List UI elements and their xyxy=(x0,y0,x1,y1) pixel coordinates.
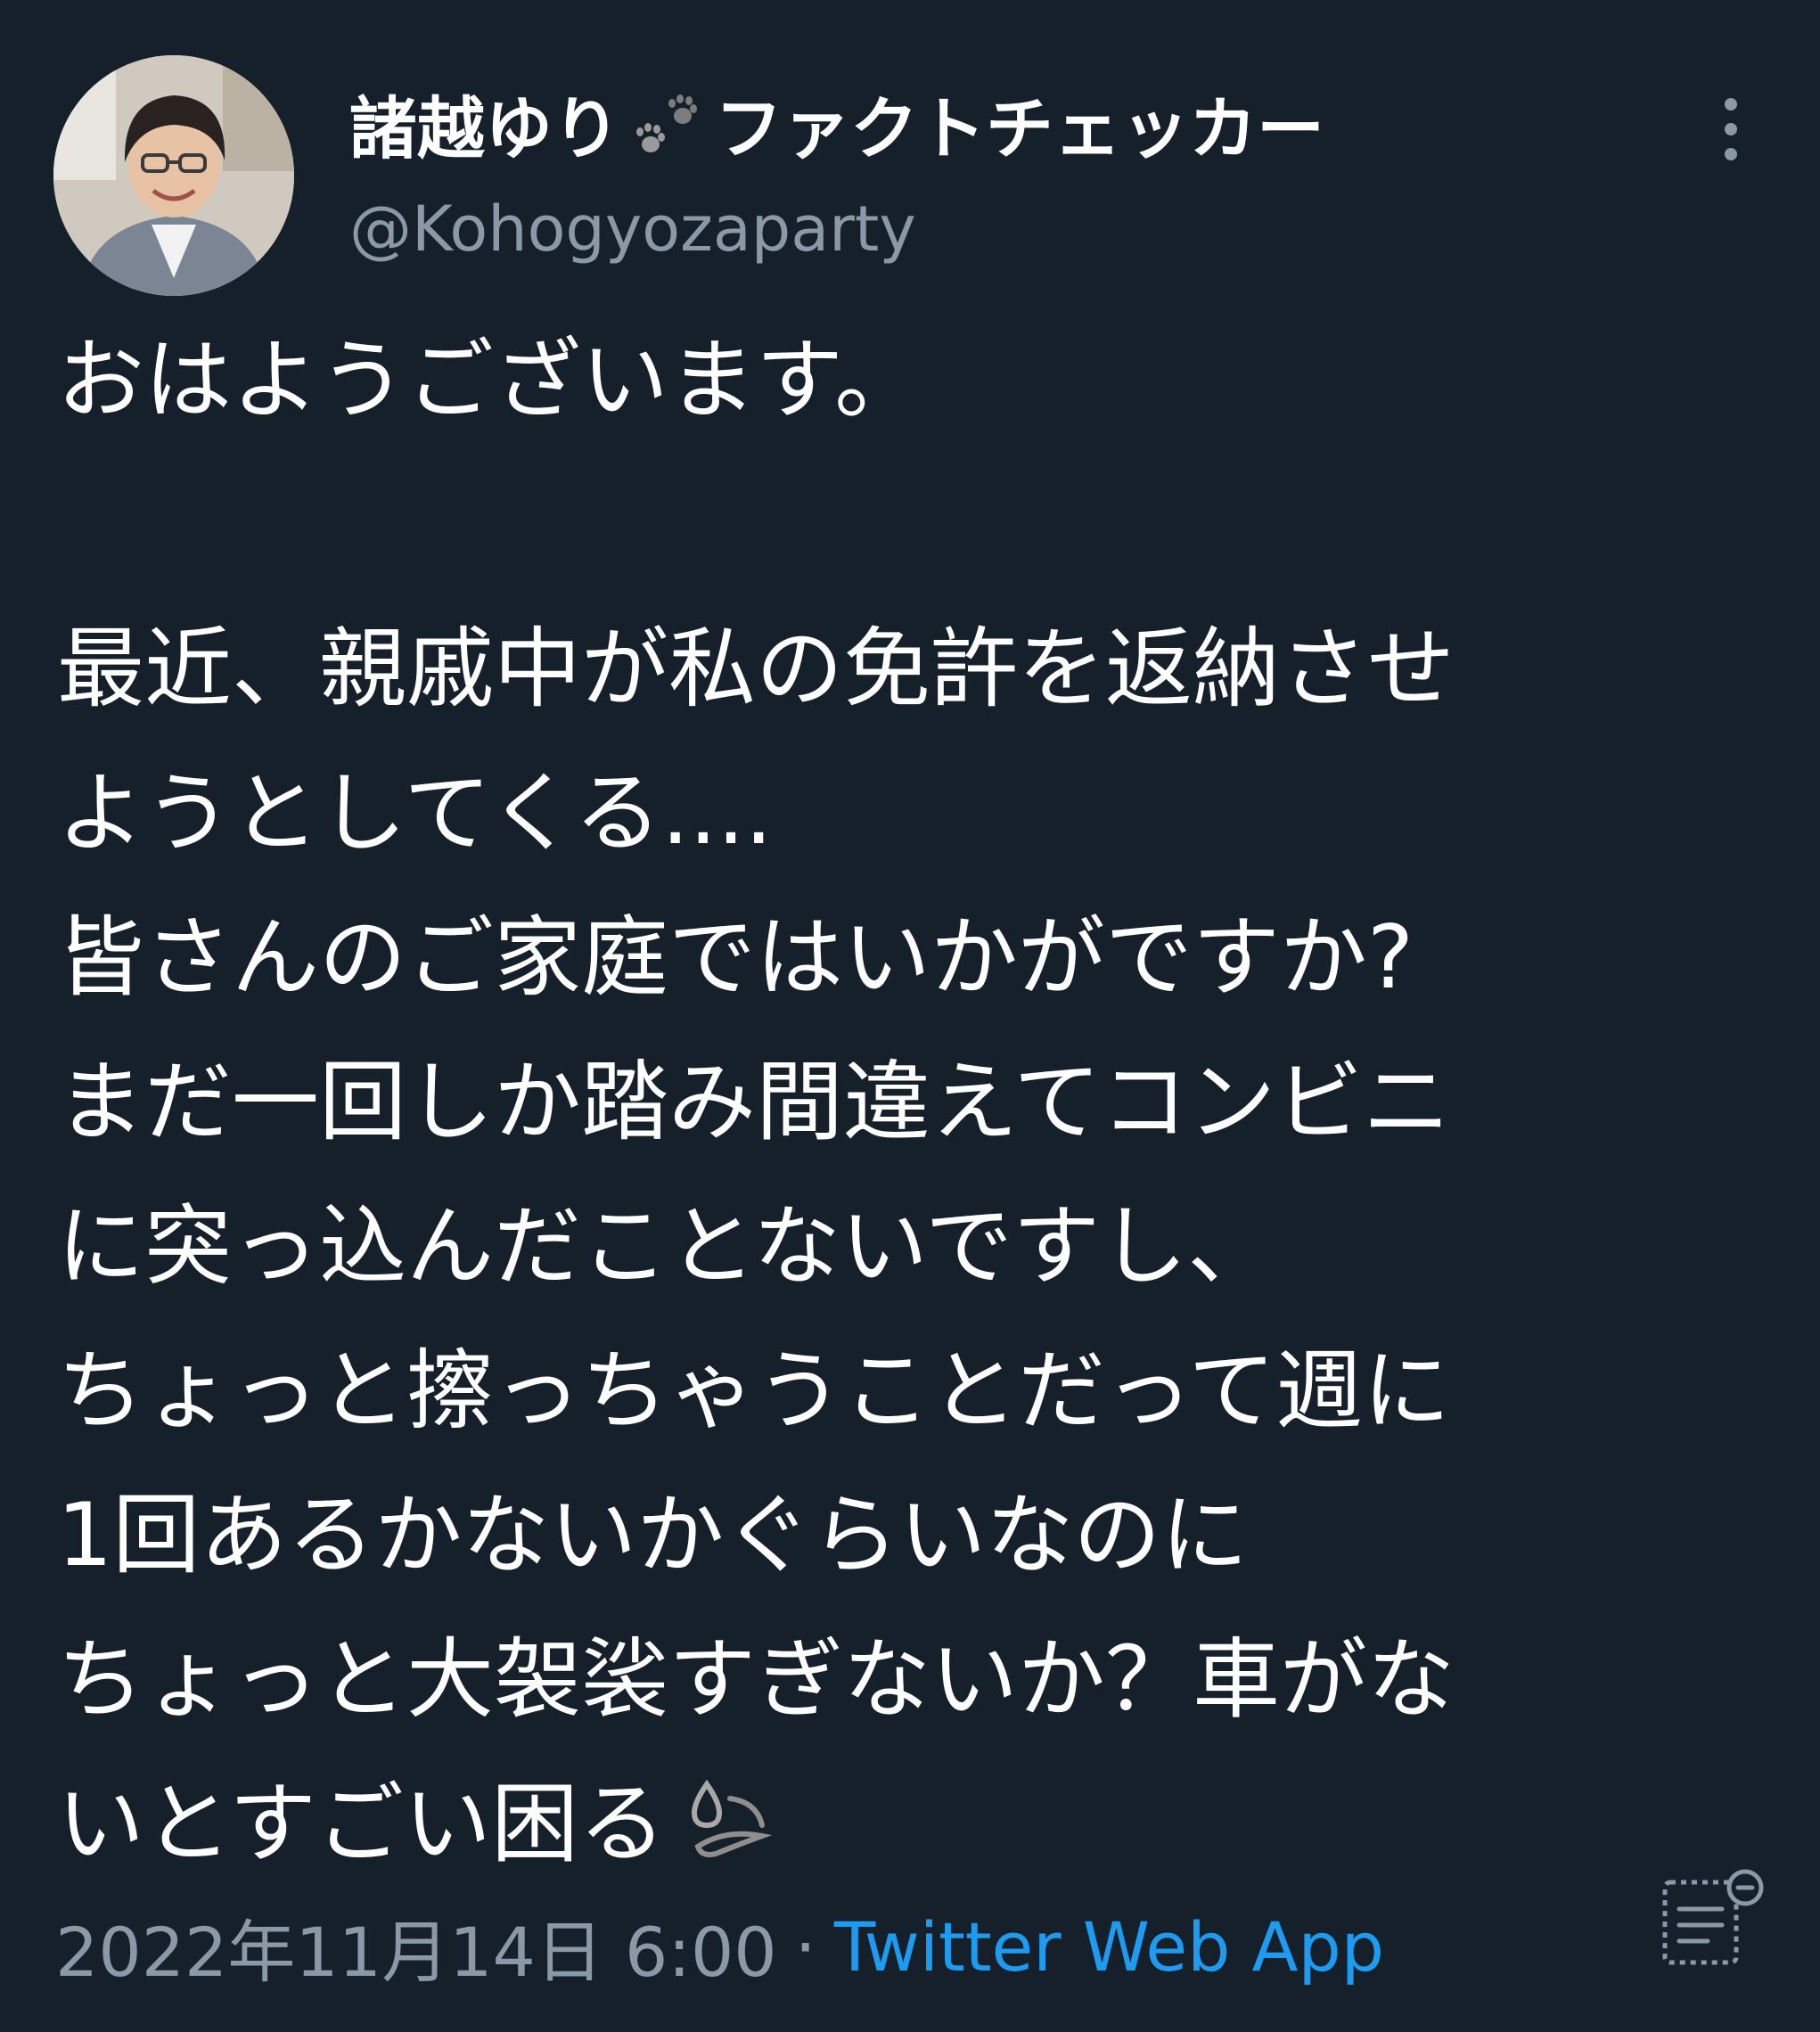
tweet-line: に突っ込んだことないですし、 xyxy=(57,1196,1275,1298)
paw-prints-icon xyxy=(626,80,711,166)
avatar[interactable] xyxy=(53,55,294,296)
tweet-line: 皆さんのご家庭ではいかがですか? xyxy=(57,907,1414,1009)
tweet-text: おはようございます。 最近、親戚中が私の免許を返納させ ようとしてくる.... … xyxy=(57,308,1768,1897)
sweat-droplets-icon xyxy=(680,1765,780,1864)
display-name-text: 諸越ゆり xyxy=(349,89,620,168)
tweet-line-text: いとすごい困る xyxy=(57,1774,667,1875)
tweet-meta: 2022年11月14日 6:00 · Twitter Web App xyxy=(55,1905,1384,1993)
tweet-line-last: いとすごい困る xyxy=(57,1752,1768,1897)
meta-separator: · xyxy=(794,1906,816,1987)
source-link[interactable]: Twitter Web App xyxy=(834,1907,1384,1987)
more-vertical-icon[interactable] xyxy=(1713,96,1749,162)
tweet-line: ちょっと擦っちゃうことだって週に xyxy=(57,1340,1451,1442)
display-name-suffix: ファクトチェッカー xyxy=(715,89,1324,168)
tweet-line: 1回あるかないかぐらいなのに xyxy=(57,1485,1249,1586)
timestamp[interactable]: 2022年11月14日 6:00 xyxy=(55,1897,777,1995)
tweet-line: ちょっと大袈裟すぎないか？車がな xyxy=(57,1629,1455,1731)
tweet-line: ようとしてくる.... xyxy=(57,763,773,864)
user-handle[interactable]: @Kohogyozaparty xyxy=(349,198,916,260)
tweet-line: まだ一回しか踏み間違えてコンビニ xyxy=(57,1052,1451,1153)
tweet-line: おはようございます。 xyxy=(57,330,922,431)
translate-icon[interactable] xyxy=(1660,1864,1770,1975)
tweet-detail: 諸越ゆり ファクトチェッカー @Kohogyozaparty おはようございます… xyxy=(0,0,1820,2032)
display-name[interactable]: 諸越ゆり ファクトチェッカー xyxy=(349,78,1324,168)
tweet-line: 最近、親戚中が私の免許を返納させ xyxy=(57,619,1455,720)
